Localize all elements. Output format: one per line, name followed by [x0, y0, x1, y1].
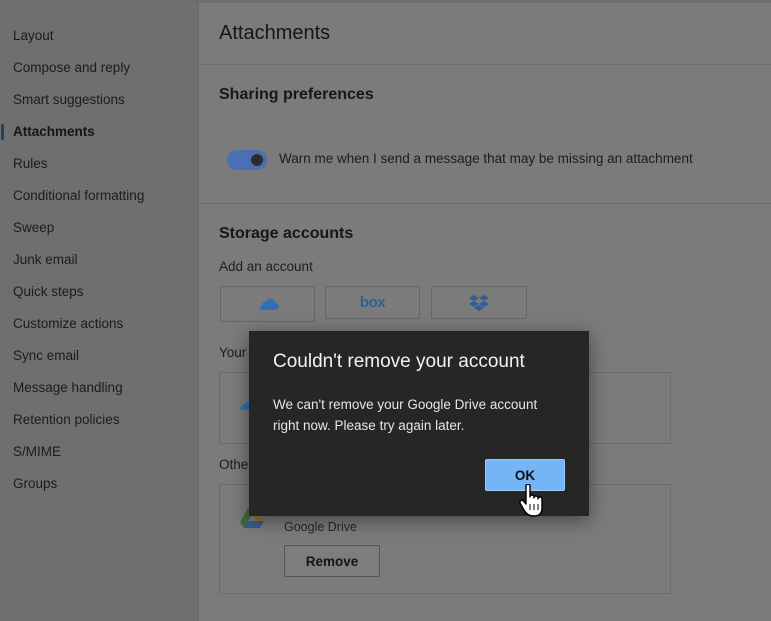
sidebar-item-attachments[interactable]: Attachments [13, 122, 95, 142]
add-box-button[interactable]: box [325, 286, 420, 319]
sidebar-item-groups[interactable]: Groups [13, 474, 57, 494]
remove-account-button[interactable]: Remove [284, 545, 380, 577]
missing-attachment-toggle[interactable] [227, 150, 267, 170]
dropbox-icon [469, 294, 489, 311]
storage-accounts-heading: Storage accounts [219, 225, 354, 242]
title-divider [199, 64, 771, 65]
sidebar-item-quick-steps[interactable]: Quick steps [13, 282, 84, 302]
settings-sidebar: Layout Compose and reply Smart suggestio… [0, 3, 198, 621]
missing-attachment-toggle-label: Warn me when I send a message that may b… [279, 151, 693, 166]
sidebar-item-message-handling[interactable]: Message handling [13, 378, 123, 398]
sidebar-item-rules[interactable]: Rules [13, 154, 48, 174]
active-indicator [1, 124, 4, 140]
toggle-knob [251, 154, 263, 166]
box-icon: box [359, 294, 386, 311]
sidebar-item-conditional-formatting[interactable]: Conditional formatting [13, 186, 144, 206]
sidebar-item-retention-policies[interactable]: Retention policies [13, 410, 120, 430]
page-title: Attachments [219, 22, 331, 44]
add-account-label: Add an account [219, 259, 313, 274]
sidebar-item-sweep[interactable]: Sweep [13, 218, 54, 238]
onedrive-icon [259, 298, 279, 311]
sidebar-item-layout[interactable]: Layout [13, 26, 54, 46]
settings-content: Attachments Sharing preferences Warn me … [199, 3, 771, 621]
sharing-preferences-heading: Sharing preferences [219, 86, 374, 103]
sidebar-item-smime[interactable]: S/MIME [13, 442, 61, 462]
dialog-message-line-2: right now. Please try again later. [273, 418, 465, 433]
add-onedrive-button[interactable] [220, 286, 315, 322]
google-drive-account-name: Google Drive [284, 520, 357, 534]
your-accounts-label: Your [219, 345, 247, 360]
section-divider [199, 203, 771, 204]
dialog-message-line-1: We can't remove your Google Drive accoun… [273, 397, 538, 412]
dialog-message: We can't remove your Google Drive accoun… [273, 394, 563, 436]
sidebar-item-compose-and-reply[interactable]: Compose and reply [13, 58, 130, 78]
sidebar-item-junk-email[interactable]: Junk email [13, 250, 78, 270]
add-dropbox-button[interactable] [431, 286, 527, 319]
sidebar-item-sync-email[interactable]: Sync email [13, 346, 79, 366]
sidebar-item-customize-actions[interactable]: Customize actions [13, 314, 123, 334]
hand-cursor-icon [519, 484, 543, 517]
sidebar-item-smart-suggestions[interactable]: Smart suggestions [13, 90, 125, 110]
other-accounts-label: Othe [219, 457, 249, 472]
dialog-title: Couldn't remove your account [273, 351, 525, 372]
